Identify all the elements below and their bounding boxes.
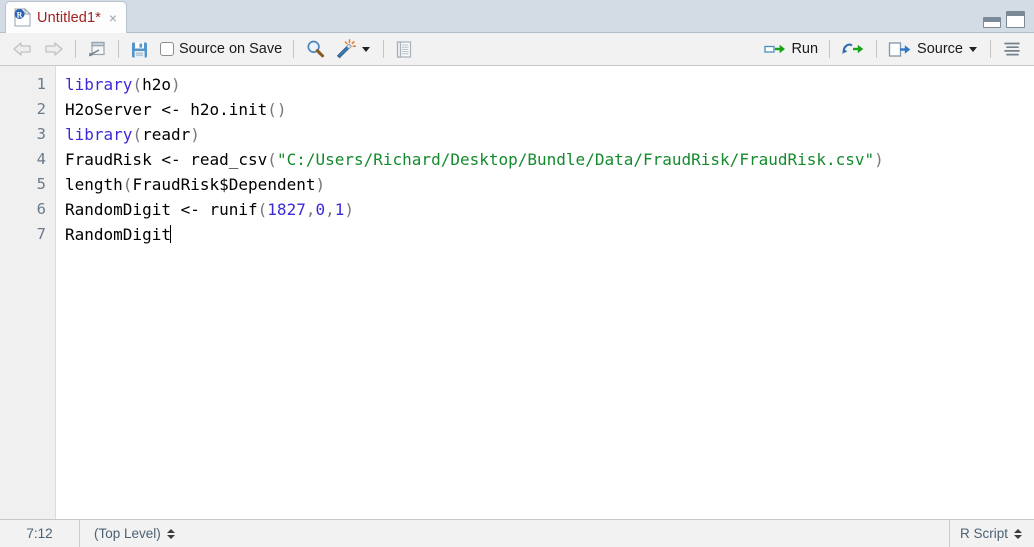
line-number: 3 bbox=[36, 125, 46, 143]
file-type-label: R Script bbox=[959, 526, 1008, 541]
code-token: RandomDigit bbox=[65, 225, 171, 244]
minimize-pane-icon[interactable] bbox=[983, 17, 1001, 28]
document-outline-icon[interactable] bbox=[998, 37, 1026, 62]
run-button[interactable]: Run bbox=[760, 37, 822, 62]
code-token: ( bbox=[122, 175, 133, 194]
file-type-selector[interactable]: R Script bbox=[948, 520, 1034, 547]
forward-arrow-icon bbox=[38, 37, 68, 62]
code-token: () bbox=[267, 100, 287, 119]
editor-tab-untitled1[interactable]: R Untitled1* × bbox=[5, 1, 128, 33]
maximize-pane-icon[interactable] bbox=[1006, 11, 1025, 28]
code-token: ( bbox=[132, 75, 143, 94]
code-token: read_csv bbox=[180, 150, 268, 169]
search-icon[interactable] bbox=[301, 37, 330, 62]
code-token: ( bbox=[257, 200, 268, 219]
re-run-icon[interactable] bbox=[837, 37, 869, 62]
toolbar-divider bbox=[75, 40, 76, 58]
code-token: "C:/Users/Richard/Desktop/Bundle/Data/Fr… bbox=[276, 150, 875, 169]
code-token: h2o bbox=[142, 75, 171, 94]
toolbar-divider bbox=[829, 40, 831, 58]
editor-tab-bar: R Untitled1* × bbox=[0, 0, 1034, 33]
code-token: library bbox=[65, 125, 133, 144]
editor-tab-label: Untitled1* bbox=[37, 9, 101, 26]
close-icon[interactable]: × bbox=[107, 11, 117, 25]
code-line: H2oServer <- h2o.init() bbox=[65, 97, 1034, 122]
code-token: Dependent bbox=[228, 175, 316, 194]
r-document-icon: R bbox=[14, 7, 32, 27]
code-token: length bbox=[65, 175, 123, 194]
line-number: 7 bbox=[36, 225, 46, 243]
line-number: 1 bbox=[36, 75, 46, 93]
code-line: library(readr) bbox=[65, 122, 1034, 147]
toolbar-divider bbox=[293, 40, 295, 58]
code-token: , bbox=[325, 200, 335, 219]
toolbar-divider bbox=[876, 40, 878, 58]
code-token: $ bbox=[219, 175, 229, 194]
code-token: <- bbox=[161, 100, 181, 119]
source-on-save-checkbox[interactable]: Source on Save bbox=[153, 37, 286, 62]
show-in-new-window-icon[interactable] bbox=[83, 37, 111, 62]
code-token: <- bbox=[161, 150, 181, 169]
code-line: FraudRisk <- read_csv("C:/Users/Richard/… bbox=[65, 147, 1034, 172]
code-token: readr bbox=[142, 125, 191, 144]
code-token: runif bbox=[199, 200, 258, 219]
code-line: RandomDigit <- runif(1827,0,1) bbox=[65, 197, 1034, 222]
source-button[interactable]: Source bbox=[884, 37, 983, 62]
code-token: ) bbox=[315, 175, 326, 194]
toolbar-divider bbox=[118, 40, 119, 58]
cursor-position: 7:12 bbox=[0, 520, 80, 547]
toolbar-divider bbox=[990, 40, 991, 58]
source-on-save-label: Source on Save bbox=[179, 41, 283, 57]
back-arrow-icon bbox=[8, 37, 38, 62]
pane-controls bbox=[983, 11, 1025, 28]
line-number: 4 bbox=[36, 150, 46, 168]
save-icon[interactable] bbox=[126, 37, 153, 62]
run-label: Run bbox=[791, 41, 819, 57]
text-cursor bbox=[169, 225, 172, 243]
editor-status-bar: 7:12 (Top Level) R Script bbox=[0, 519, 1034, 547]
stepper-icon[interactable] bbox=[1014, 528, 1022, 539]
code-token: ) bbox=[874, 150, 884, 169]
code-content[interactable]: library(h2o) H2oServer <- h2o.init() libra… bbox=[56, 66, 1034, 519]
code-token: FraudRisk bbox=[132, 175, 220, 194]
code-token: H2oServer bbox=[65, 100, 162, 119]
code-line: library(h2o) bbox=[65, 72, 1034, 97]
code-editor[interactable]: 1234567 library(h2o) H2oServer <- h2o.ini… bbox=[0, 66, 1034, 519]
line-number: 6 bbox=[36, 200, 46, 218]
chevron-down-icon[interactable] bbox=[969, 46, 977, 52]
chevron-down-icon[interactable] bbox=[362, 46, 371, 52]
code-token: RandomDigit bbox=[65, 200, 181, 219]
code-token: FraudRisk bbox=[65, 150, 162, 169]
code-token: 1827 bbox=[267, 200, 306, 219]
code-token: 0 bbox=[315, 200, 326, 219]
code-token: ) bbox=[190, 125, 200, 144]
line-number: 2 bbox=[36, 100, 46, 118]
code-tools-icon[interactable] bbox=[330, 37, 376, 62]
scope-label: (Top Level) bbox=[94, 526, 161, 541]
editor-toolbar: Source on Save Run Source bbox=[0, 33, 1034, 66]
code-token: ) bbox=[170, 75, 181, 94]
line-number-gutter: 1 2 3 4 5 6 7 bbox=[0, 66, 56, 519]
rstudio-source-pane: R Untitled1* × Source on Save Run Source… bbox=[0, 0, 1034, 547]
code-line: RandomDigit bbox=[65, 222, 1034, 247]
compile-report-icon[interactable] bbox=[391, 37, 417, 62]
line-number: 5 bbox=[36, 175, 46, 193]
code-line: length(FraudRisk$Dependent) bbox=[65, 172, 1034, 197]
scope-selector[interactable]: (Top Level) bbox=[80, 520, 185, 547]
code-token: h2o.init bbox=[180, 100, 268, 119]
code-token: library bbox=[65, 75, 133, 94]
source-label: Source bbox=[917, 41, 963, 57]
code-token: <- bbox=[180, 200, 200, 219]
code-token: ( bbox=[267, 150, 277, 169]
toolbar-divider bbox=[383, 40, 385, 58]
code-token: 1 bbox=[334, 200, 345, 219]
svg-text:R: R bbox=[17, 10, 23, 19]
source-on-save-box[interactable] bbox=[160, 42, 174, 56]
code-token: ) bbox=[344, 200, 355, 219]
stepper-icon[interactable] bbox=[166, 528, 175, 539]
code-token: ( bbox=[132, 125, 143, 144]
